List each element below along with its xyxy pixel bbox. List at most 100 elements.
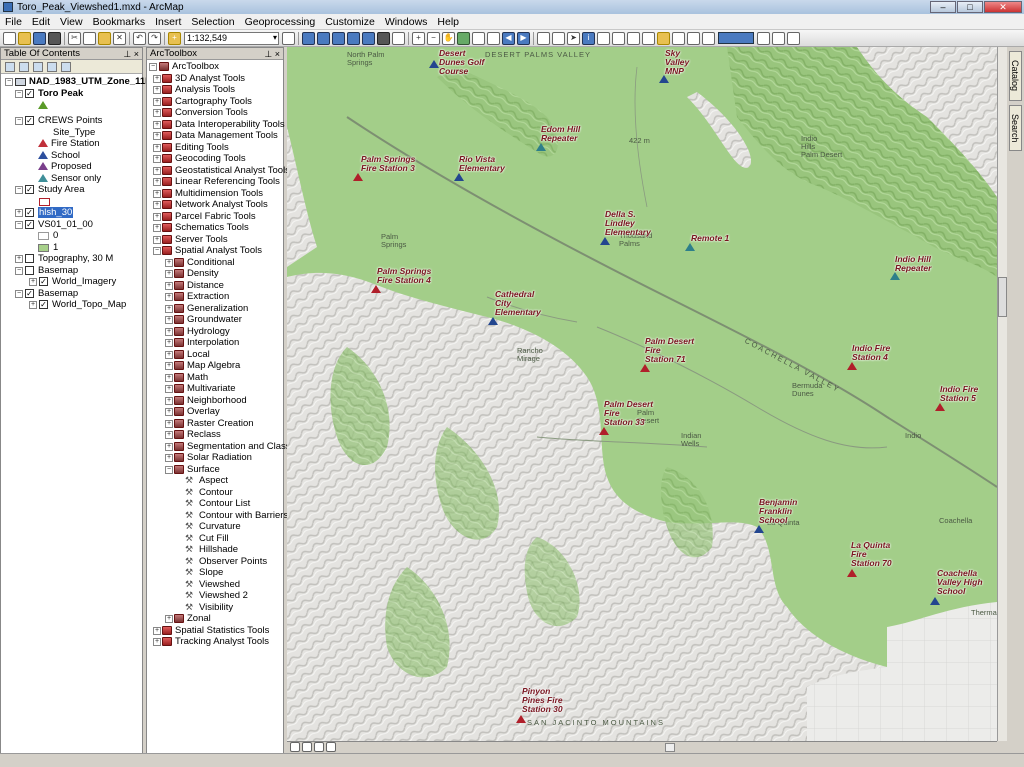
expand-icon[interactable]: + xyxy=(165,339,173,347)
pan-hand-icon[interactable]: ✋ xyxy=(442,31,455,45)
fire-station-symbol[interactable] xyxy=(847,362,857,370)
search-window-icon[interactable] xyxy=(347,31,360,45)
toc-class-fire-station[interactable]: Fire Station xyxy=(1,138,142,150)
toolset-math[interactable]: + Math xyxy=(147,372,283,384)
toolbox-analysis-tools[interactable]: + Analysis Tools xyxy=(147,84,283,96)
fire-station-symbol[interactable] xyxy=(640,364,650,372)
expand-icon[interactable]: + xyxy=(165,408,173,416)
school-symbol[interactable] xyxy=(429,60,439,68)
expand-icon[interactable]: + xyxy=(165,385,173,393)
tool-aspect[interactable]: ⚒ Aspect xyxy=(147,475,283,487)
toc-pin-close[interactable]: ⊥ × xyxy=(123,48,139,60)
menu-geoprocessing[interactable]: Geoprocessing xyxy=(240,16,321,28)
create-viewer-icon[interactable] xyxy=(702,31,715,45)
toolset-overlay[interactable]: + Overlay xyxy=(147,406,283,418)
expand-icon[interactable]: + xyxy=(165,419,173,428)
collapse-icon[interactable]: − xyxy=(15,117,23,125)
toolset-interpolation[interactable]: + Interpolation xyxy=(147,337,283,349)
expand-icon[interactable]: + xyxy=(165,615,173,623)
layer-checkbox[interactable]: ✓ xyxy=(39,277,48,286)
toc-class-sensor-only[interactable]: Sensor only xyxy=(1,173,142,185)
toc-class-proposed[interactable]: Proposed xyxy=(1,161,142,173)
catalog-tab[interactable]: Catalog xyxy=(1009,51,1022,101)
tool-slope[interactable]: ⚒ Slope xyxy=(147,567,283,579)
layer-checkbox[interactable] xyxy=(25,254,34,263)
toolset-generalization[interactable]: + Generalization xyxy=(147,303,283,315)
list-by-drawing-order-icon[interactable] xyxy=(5,61,15,72)
catalog-icon[interactable] xyxy=(332,31,345,45)
toolset-raster-creation[interactable]: + Raster Creation xyxy=(147,418,283,430)
undo-icon[interactable]: ↶ xyxy=(133,31,146,45)
collapse-icon[interactable]: − xyxy=(149,63,157,71)
expand-icon[interactable]: + xyxy=(153,166,161,175)
toolset-neighborhood[interactable]: + Neighborhood xyxy=(147,395,283,407)
toc-group-basemap-2[interactable]: − ✓ Basemap xyxy=(1,288,142,300)
toc-dataframe[interactable]: − NAD_1983_UTM_Zone_11N xyxy=(1,76,152,88)
toolbox-geocoding-tools[interactable]: + Geocoding Tools xyxy=(147,153,283,165)
print-icon[interactable] xyxy=(48,31,61,45)
expand-icon[interactable]: + xyxy=(153,178,161,186)
toolset-hydrology[interactable]: + Hydrology xyxy=(147,326,283,338)
expand-icon[interactable]: + xyxy=(165,293,173,301)
expand-icon[interactable]: + xyxy=(165,454,173,462)
toc-group-basemap-1[interactable]: − Basemap xyxy=(1,265,142,277)
layer-checkbox[interactable]: ✓ xyxy=(25,288,34,298)
map-vertical-scrollbar[interactable] xyxy=(997,47,1007,741)
menu-help[interactable]: Help xyxy=(432,16,464,28)
fire-station-symbol[interactable] xyxy=(353,173,363,181)
toolset-zonal[interactable]: + Zonal xyxy=(147,613,283,625)
toc-class-school[interactable]: School xyxy=(1,150,142,162)
toolset-conditional[interactable]: + Conditional xyxy=(147,257,283,269)
scroll-thumb[interactable] xyxy=(998,277,1007,317)
zoom-in-icon[interactable]: + xyxy=(412,31,425,45)
fire-station-symbol[interactable] xyxy=(516,715,526,723)
expand-icon[interactable]: + xyxy=(165,431,173,439)
layer-checkbox[interactable]: ✓ xyxy=(25,116,34,125)
school-symbol[interactable] xyxy=(754,525,764,533)
new-document-icon[interactable] xyxy=(3,31,16,45)
identify-icon[interactable]: i xyxy=(582,31,595,45)
toc-layer-toro-peak[interactable]: − ✓ Toro Peak xyxy=(1,88,142,100)
school-symbol[interactable] xyxy=(659,75,669,83)
tool-contour[interactable]: ⚒ Contour xyxy=(147,487,283,499)
expand-icon[interactable]: + xyxy=(153,74,161,83)
tool-contour-list[interactable]: ⚒ Contour List xyxy=(147,498,283,510)
fire-station-symbol[interactable] xyxy=(847,569,857,577)
map-view[interactable]: North Palm Springs DESERT PALMS VALLEY P… xyxy=(287,47,997,741)
expand-icon[interactable]: + xyxy=(165,304,173,313)
toolbox-spatial-statistics-tools[interactable]: + Spatial Statistics Tools xyxy=(147,625,283,637)
add-data-icon[interactable]: + xyxy=(168,31,181,45)
options-icon[interactable] xyxy=(61,61,71,72)
map-scale-combo[interactable]: 1:132,549 xyxy=(184,31,279,45)
expand-icon[interactable]: + xyxy=(15,209,23,217)
toolbox-data-interoperability-tools[interactable]: + Data Interoperability Tools xyxy=(147,119,285,131)
expand-icon[interactable]: + xyxy=(165,350,173,359)
toolbox-parcel-fabric-tools[interactable]: + Parcel Fabric Tools xyxy=(147,211,283,223)
toc-layer-topography[interactable]: + Topography, 30 M xyxy=(1,253,142,265)
python-icon[interactable] xyxy=(377,31,390,45)
layer-checkbox[interactable]: ✓ xyxy=(25,219,34,229)
toc-layer-vs01[interactable]: − ✓ VS01_01_00 xyxy=(1,219,142,231)
editor-toolbar-icon[interactable] xyxy=(282,31,295,45)
select-features-icon[interactable] xyxy=(537,31,550,45)
toc-layer-hlsh[interactable]: + ✓ hlsh_30 xyxy=(1,207,142,219)
go-back-icon[interactable]: ◀ xyxy=(502,31,515,45)
expand-icon[interactable]: + xyxy=(153,212,161,221)
school-symbol[interactable] xyxy=(488,317,498,325)
go-forward-icon[interactable]: ▶ xyxy=(517,31,530,45)
collapse-icon[interactable]: − xyxy=(15,186,23,194)
swipe-icon[interactable] xyxy=(757,31,770,45)
refresh-icon[interactable] xyxy=(314,742,324,752)
toolbox-tracking-analyst-tools[interactable]: + Tracking Analyst Tools xyxy=(147,636,283,648)
cut-icon[interactable]: ✂ xyxy=(68,31,81,45)
map-canvas[interactable] xyxy=(287,47,997,741)
expand-icon[interactable]: + xyxy=(165,442,173,451)
maximize-button[interactable]: □ xyxy=(957,1,983,13)
toolbox-conversion-tools[interactable]: + Conversion Tools xyxy=(147,107,283,119)
minimize-button[interactable]: – xyxy=(930,1,956,13)
toolset-groundwater[interactable]: + Groundwater xyxy=(147,314,283,326)
expand-icon[interactable]: + xyxy=(153,155,161,163)
tool-viewshed-2[interactable]: ⚒ Viewshed 2 xyxy=(147,590,283,602)
full-extent-icon[interactable] xyxy=(457,31,470,45)
collapse-icon[interactable]: − xyxy=(153,247,161,255)
